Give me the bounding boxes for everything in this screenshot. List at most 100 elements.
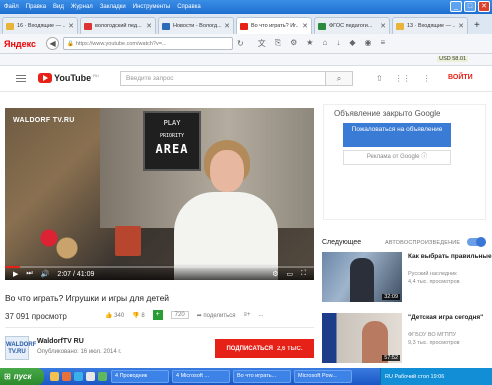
shop-icon[interactable]: ◉ [364,38,371,49]
menu-bookmarks[interactable]: Закладки [100,4,126,10]
minimize-button[interactable]: _ [450,1,462,12]
maximize-button[interactable]: □ [464,1,476,12]
new-tab-button[interactable]: + [474,17,480,34]
window-controls: _ □ ✕ [450,1,490,12]
tab-vologda-ped[interactable]: вологодский пед... ✕ [80,17,156,34]
sign-in-button[interactable]: ВОЙТИ [448,74,473,81]
tab-inbox-16[interactable]: 16 · Входящие — ... ✕ [2,17,78,34]
star-icon[interactable]: ★ [306,38,313,49]
settings-icon[interactable]: ⚙ [272,270,278,278]
tab-youtube-active[interactable]: Во что играть? Иг... ✕ [236,17,312,34]
close-tab-icon[interactable]: ✕ [302,22,308,30]
search-button[interactable]: ⌕ [325,71,353,86]
close-tab-icon[interactable]: ✕ [380,22,386,30]
address-bar[interactable]: 🔒 https://www.youtube.com/watch?v=... [63,37,234,50]
download-icon[interactable]: ↓ [336,38,340,49]
close-tab-icon[interactable]: ✕ [458,22,464,30]
recommended-video[interactable]: 32:09 Как выбрать правильные Русский нас… [322,252,492,304]
fullscreen-icon[interactable]: ⛶ [301,270,306,278]
recommended-video[interactable]: 57:52 "Детская игра сегодня" ФГБОУ ВО МГ… [322,313,492,365]
bookmarks-bar: USD 58.01 [0,54,492,66]
video-duration: 32:09 [382,294,400,300]
share-button[interactable]: ➦ поделиться [197,312,236,319]
like-button[interactable]: 👍 340 [105,312,124,319]
translate-icon[interactable]: 文 [258,38,266,49]
subscribe-button[interactable]: ПОДПИСАТЬСЯ 2,6 ТЫС. [215,339,314,358]
menu-file[interactable]: Файл [4,4,19,10]
dislike-button[interactable]: 👎 8 [132,312,145,319]
menu-bar: Файл Правка Вид Журнал Закладки Инструменты Сп… [4,4,208,10]
tab-inbox-13[interactable]: 13 · Входящие — ... ✕ [392,17,468,34]
more-vert-icon[interactable]: ⋮ [423,74,431,83]
autoplay-toggle[interactable] [467,237,486,247]
recommended-channel: ФГБОУ ВО МГППУ [408,332,457,338]
recommended-views: 4,4 тыс. просмотров [408,279,460,285]
channel-name[interactable]: WaldorfTV RU [37,338,84,345]
ads-by-google-button[interactable]: Реклама от Google ⓘ [343,150,451,165]
yandex-logo[interactable]: Яндекс [4,39,36,49]
more-actions-button[interactable]: ... [258,312,263,318]
mail-icon [6,22,14,30]
volume-icon[interactable]: 🔊 [41,270,50,278]
taskbar-item-powerpoint[interactable]: Microsoft Pow... [294,370,352,383]
tab-news-vologda[interactable]: Новости - Вологд... ✕ [158,17,234,34]
menu-icon[interactable]: ≡ [380,38,385,49]
ad-panel: Объявление закрыто Google Пожаловаться н… [323,104,486,220]
youtube-header: YouTube RU Введите запрос ⌕ ⇧ ⋮⋮ ⋮ ВОЙТИ [0,66,492,92]
apps-icon[interactable]: ⋮⋮ [395,74,411,83]
menu-tools[interactable]: Инструменты [133,4,170,10]
quicklaunch-icon[interactable] [62,372,71,381]
save-icon[interactable]: ⎘ [275,38,281,49]
extension-icon[interactable]: ◆ [349,38,355,49]
close-tab-icon[interactable]: ✕ [224,22,230,30]
home-icon[interactable]: ⌂ [322,38,327,49]
quality-select[interactable]: 720 [170,311,189,319]
start-button[interactable]: ⊞ пуск [0,368,44,385]
menu-help[interactable]: Справка [177,4,201,10]
recommended-title[interactable]: "Детская игра сегодня" [408,314,492,322]
video-title: Во что играть? Игрушки и игры для детей [5,293,170,303]
taskbar-item-office[interactable]: 4 Microsoft ... [172,370,230,383]
recommended-title[interactable]: Как выбрать правильные [408,253,492,261]
close-tab-icon[interactable]: ✕ [146,22,152,30]
toolbar-icons: 文 ⎘ ⚙ ★ ⌂ ↓ ◆ ◉ ≡ [258,38,385,49]
channel-avatar[interactable]: WALDORF TV.RU [5,336,36,360]
lock-settings-icon[interactable]: ⚙ [290,38,297,49]
progress-bar[interactable] [5,266,314,268]
report-ad-button[interactable]: Пожаловаться на объявление [343,123,451,147]
youtube-logo[interactable]: YouTube RU [38,73,99,83]
upload-icon[interactable]: ⇧ [376,74,383,83]
back-button[interactable]: ◀ [46,37,60,50]
video-player[interactable]: PLAY PRIORITY AREA WALDORF TV.RU ▶ ⏭ 🔊 2:07 /… [5,108,314,280]
hamburger-menu-icon[interactable] [16,75,26,82]
quicklaunch-icon[interactable] [74,372,83,381]
menu-history[interactable]: Журнал [71,4,93,10]
video-duration: 57:52 [382,355,400,361]
play-icon[interactable]: ▶ [13,270,18,278]
menu-view[interactable]: Вид [53,4,64,10]
add-to-icon[interactable]: + [152,310,163,320]
playlist-icon[interactable]: ≡+ [243,312,250,318]
video-actions: 👍 340 👎 8 + 720 ➦ поделиться ≡+ ... [105,310,264,320]
close-tab-icon[interactable]: ✕ [68,22,74,30]
youtube-icon [240,22,248,30]
tab-fgos[interactable]: ФГОС педагоги... ✕ [314,17,390,34]
theater-icon[interactable]: ▭ [286,270,293,278]
view-count: 37 091 просмотр [5,311,67,321]
video-thumbnail[interactable]: 32:09 [322,252,402,302]
ad-title: Объявление закрыто Google [334,109,441,118]
quicklaunch-icon[interactable] [98,372,107,381]
close-window-button[interactable]: ✕ [478,1,490,12]
search-input[interactable]: Введите запрос [120,71,350,86]
video-thumbnail[interactable]: 57:52 [322,313,402,363]
taskbar-item-explorer[interactable]: 4 Проводник [111,370,169,383]
next-icon[interactable]: ⏭ [26,270,32,278]
currency-widget[interactable]: USD 58.01 [437,56,468,62]
quicklaunch-icon[interactable] [50,372,59,381]
reload-icon[interactable]: ↻ [237,39,244,48]
menu-edit[interactable]: Правка [26,4,46,10]
taskbar: ⊞ пуск 4 Проводник 4 Microsoft ... Во что… [0,368,492,385]
quicklaunch-icon[interactable] [86,372,95,381]
taskbar-item-browser[interactable]: Во что играть... [233,370,291,383]
thumb-up-icon: 👍 [105,312,113,319]
